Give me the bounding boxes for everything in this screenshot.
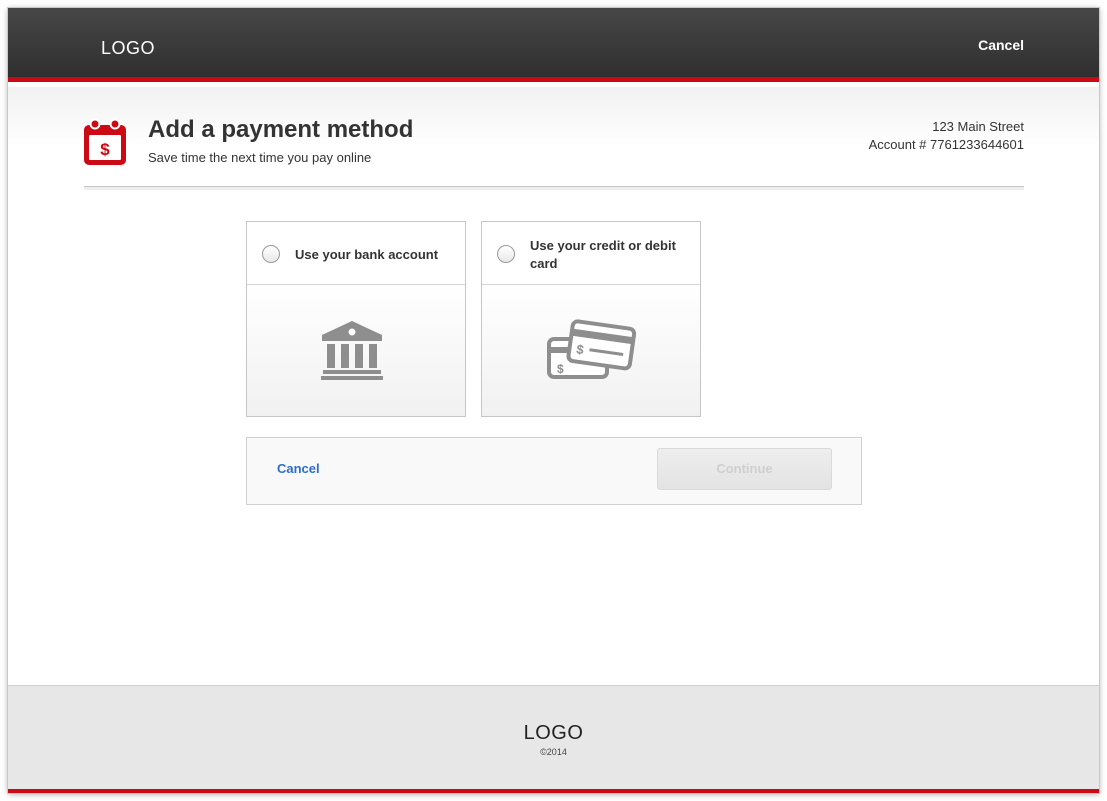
app-window: LOGO Cancel $ Add a payment method Save … (8, 8, 1099, 793)
footer-logo: LOGO (523, 722, 584, 744)
account-address: 123 Main Street (932, 119, 1024, 134)
continue-button[interactable]: Continue (657, 448, 832, 490)
bank-icon (321, 321, 383, 380)
credit-card-option[interactable]: Use your credit or debit card $ $ (481, 221, 701, 417)
svg-text:$: $ (100, 140, 110, 159)
bank-account-label: Use your bank account (295, 247, 439, 262)
credit-card-label: Use your credit or debit card (530, 238, 676, 271)
footer: LOGO ©2014 (8, 685, 1099, 793)
header-cancel-link[interactable]: Cancel (978, 37, 1024, 53)
page-subtitle: Save time the next time you pay online (148, 150, 372, 165)
account-number: Account # 7761233644601 (868, 137, 1024, 152)
bank-account-option[interactable]: Use your bank account (246, 221, 466, 417)
bank-account-radio[interactable] (262, 245, 280, 263)
svg-text:$: $ (557, 362, 564, 376)
page-title: Add a payment method (148, 116, 414, 143)
option-header: Use your bank account (247, 222, 465, 285)
credit-card-icon: $ $ (547, 319, 637, 379)
cancel-link[interactable]: Cancel (277, 461, 320, 476)
option-header: Use your credit or debit card (482, 222, 700, 285)
option-illustration (247, 285, 465, 416)
header-logo: LOGO (101, 38, 156, 58)
option-illustration: $ $ (482, 285, 700, 416)
account-info: 123 Main Street Account # 7761233644601 (869, 118, 1024, 154)
calendar-dollar-icon: $ (83, 118, 127, 166)
credit-card-radio[interactable] (497, 245, 515, 263)
action-bar: Cancel Continue (246, 437, 862, 505)
footer-copyright: ©2014 (540, 747, 567, 757)
top-bar: LOGO Cancel (8, 8, 1099, 82)
header-divider (84, 186, 1024, 190)
